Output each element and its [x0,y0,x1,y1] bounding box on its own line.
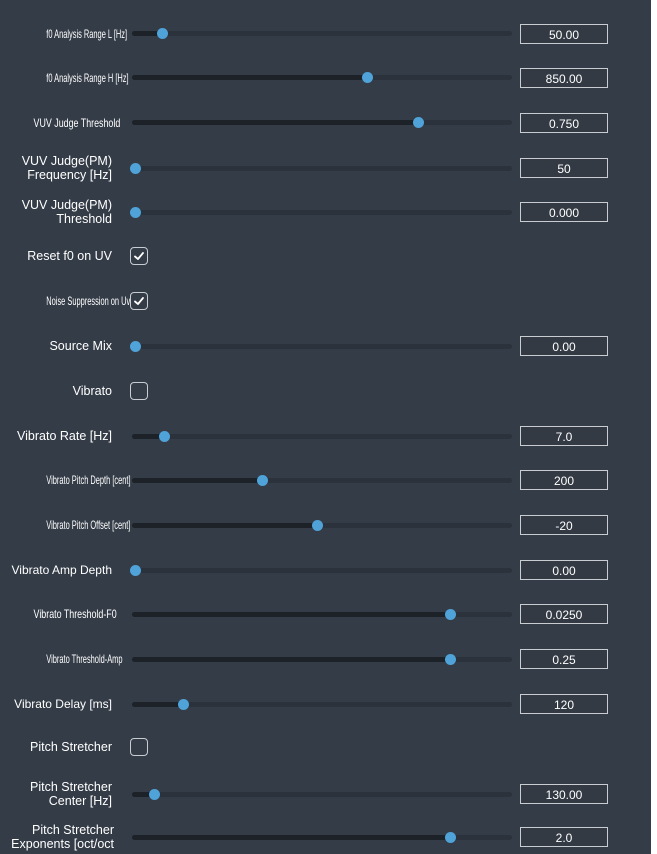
param-value-field[interactable]: 850.00 [520,68,608,88]
param-value-field[interactable]: 50.00 [520,24,608,44]
param-label: Vibrato Pitch Depth [cent] [46,473,131,487]
slider-thumb[interactable] [312,520,324,531]
slider-thumb[interactable] [130,207,141,218]
param-value-field[interactable]: 0.0250 [520,604,608,624]
slider-fill [132,478,260,483]
param-label: Pitch Stretcher [30,740,112,754]
slider-thumb[interactable] [361,72,373,83]
slider-thumb[interactable] [413,117,425,128]
param-label: f0 Analysis Range H [Hz] [46,71,129,85]
param-value-field[interactable]: 50 [520,158,608,178]
param-value-field[interactable]: 0.25 [520,649,608,669]
param-label: Vibrato [72,384,112,398]
param-label: Pitch Stretcher Center [Hz] [30,780,112,808]
param-slider[interactable] [132,789,512,800]
param-slider[interactable] [132,72,512,83]
noise-suppression-uv-checkbox[interactable] [130,292,148,310]
slider-thumb[interactable] [130,565,141,576]
slider-fill [132,523,315,528]
param-slider[interactable] [130,565,512,576]
slider-thumb[interactable] [445,609,457,620]
slider-fill [132,75,364,80]
param-value-field[interactable]: 0.00 [520,560,608,580]
slider-thumb[interactable] [257,475,269,486]
param-value-field[interactable]: 130.00 [520,784,608,804]
param-label: Vibrato Threshold-Amp [46,652,123,666]
param-label: Pitch Stretcher Exponents [oct/oct [11,823,114,851]
slider-thumb[interactable] [130,163,141,174]
param-slider[interactable] [132,609,512,620]
slider-fill [132,612,448,617]
param-value-field[interactable]: -20 [520,515,608,535]
slider-fill [132,835,448,840]
checkmark-icon [134,252,144,260]
param-label: Vibrato Pitch Offset [cent] [46,518,131,532]
param-label: Vibrato Delay [ms] [14,697,112,711]
slider-thumb[interactable] [156,28,168,39]
param-label: f0 Analysis Range L [Hz] [46,27,128,41]
param-slider[interactable] [130,163,512,174]
param-slider[interactable] [132,475,512,486]
vibrato-checkbox[interactable] [130,382,148,400]
param-label: Noise Suppression on Uv [46,294,131,308]
param-value-field[interactable]: 2.0 [520,827,608,847]
param-label: VUV Judge(PM) Frequency [Hz] [21,154,112,182]
param-slider[interactable] [130,207,512,218]
slider-thumb[interactable] [149,789,160,800]
slider-fill [132,120,416,125]
checkmark-icon [134,297,144,305]
param-label: Source Mix [49,339,112,353]
param-slider[interactable] [130,341,512,352]
param-value-field[interactable]: 0.000 [520,202,608,222]
parameter-panel: f0 Analysis Range L [Hz] 50.00 f0 Analys… [0,0,651,854]
slider-fill [132,657,448,662]
param-label: VUV Judge(PM) Threshold [21,198,112,226]
param-slider[interactable] [132,699,512,710]
param-slider[interactable] [132,431,512,442]
slider-thumb[interactable] [445,832,457,843]
param-slider[interactable] [132,28,512,39]
param-label: Vibrato Amp Depth [11,563,112,577]
param-slider[interactable] [132,832,512,843]
param-value-field[interactable]: 7.0 [520,426,608,446]
param-label: Reset f0 on UV [27,249,112,263]
slider-fill [132,702,180,707]
slider-thumb[interactable] [130,341,141,352]
param-label: VUV Judge Threshold [33,116,121,130]
param-label: Vibrato Threshold-F0 [33,607,117,621]
slider-fill [132,434,161,439]
param-slider[interactable] [132,520,512,531]
param-value-field[interactable]: 200 [520,470,608,490]
reset-f0-uv-checkbox[interactable] [130,247,148,265]
slider-thumb[interactable] [177,699,189,710]
slider-fill [132,31,159,36]
param-value-field[interactable]: 0.750 [520,113,608,133]
slider-thumb[interactable] [158,431,170,442]
param-slider[interactable] [132,654,512,665]
param-value-field[interactable]: 120 [520,694,608,714]
slider-thumb[interactable] [445,654,457,665]
pitch-stretcher-checkbox[interactable] [130,738,148,756]
param-label: Vibrato Rate [Hz] [17,429,112,443]
param-value-field[interactable]: 0.00 [520,336,608,356]
param-slider[interactable] [132,117,512,128]
